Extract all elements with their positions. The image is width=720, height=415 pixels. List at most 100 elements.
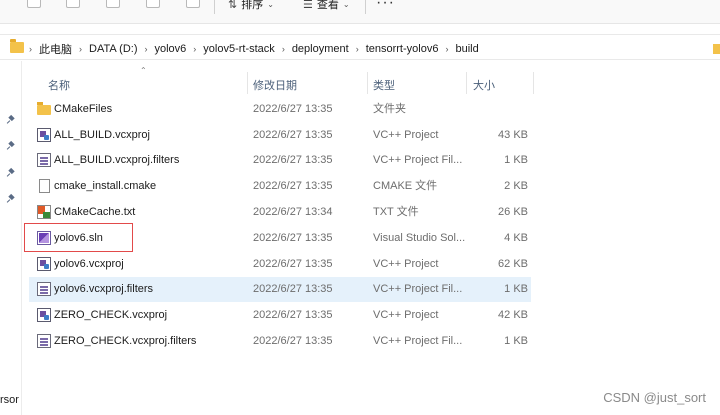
file-type: 文件夹 [373,103,406,115]
chevron-down-icon: ⌄ [267,0,274,9]
file-row[interactable]: ALL_BUILD.vcxproj 2022/6/27 13:35 VC++ P… [29,123,531,148]
file-date: 2022/6/27 13:35 [253,258,333,270]
column-header-type[interactable]: 类型 [373,77,395,93]
navigation-pane: rsor [0,61,22,415]
filters-icon [37,282,51,296]
file-size: 4 KB [504,232,528,244]
toolbar-divider [214,0,215,14]
more-options-button[interactable]: ··· [376,0,395,12]
vcxproj-icon [37,308,51,322]
sort-icon: ⇅ [228,0,238,11]
watermark: CSDN @just_sort [603,390,706,405]
file-name: yolov6.vcxproj.filters [54,283,154,295]
file-size: 42 KB [498,309,528,321]
paste-icon[interactable] [66,0,80,8]
breadcrumb-item[interactable]: yolov6 [154,43,186,55]
vcxproj-icon [37,257,51,271]
file-row[interactable]: CMakeCache.txt 2022/6/27 13:34 TXT 文件 26… [29,200,531,225]
file-row[interactable]: ZERO_CHECK.vcxproj 2022/6/27 13:35 VC++ … [29,303,531,328]
search-box-folder-icon [713,44,720,54]
file-name: ALL_BUILD.vcxproj [54,129,150,141]
file-date: 2022/6/27 13:35 [253,154,333,166]
breadcrumb-item[interactable]: tensorrt-yolov6 [366,43,439,55]
chevron-right-icon[interactable]: › [79,44,82,54]
address-bar[interactable]: › 此电脑 › DATA (D:) › yolov6 › yolov5-rt-s… [0,34,720,60]
folder-icon [10,39,24,53]
file-row[interactable]: yolov6.vcxproj 2022/6/27 13:35 VC++ Proj… [29,252,531,277]
file-type: TXT 文件 [373,206,419,218]
file-icon [39,179,50,193]
file-name: ALL_BUILD.vcxproj.filters [54,154,180,166]
rename-icon[interactable] [106,0,120,8]
file-name: yolov6.vcxproj [54,258,124,270]
breadcrumb-item[interactable]: 此电脑 [39,41,72,57]
pin-icon[interactable] [8,116,15,123]
sort-button[interactable]: ⇅ 排序 ⌄ [228,0,274,12]
breadcrumb-item[interactable]: DATA (D:) [89,43,137,55]
file-row[interactable]: cmake_install.cmake 2022/6/27 13:35 CMAK… [29,174,531,199]
breadcrumb-item[interactable]: deployment [292,43,349,55]
chevron-down-icon: ⌄ [342,0,350,9]
column-header-size[interactable]: 大小 [473,77,495,93]
nav-item-label[interactable]: rsor [0,394,19,406]
toolbar-divider [365,0,366,14]
share-icon[interactable] [146,0,160,8]
folder-icon [37,102,51,115]
file-size: 2 KB [504,180,528,192]
file-name: ZERO_CHECK.vcxproj [54,309,168,321]
chevron-right-icon[interactable]: › [144,44,147,54]
file-size: 26 KB [498,206,528,218]
file-type: VC++ Project [373,258,439,270]
file-date: 2022/6/27 13:35 [253,283,333,295]
file-date: 2022/6/27 13:35 [253,129,333,141]
column-divider[interactable] [533,72,534,94]
file-name: CMakeCache.txt [54,206,136,218]
file-name: cmake_install.cmake [54,180,157,192]
chevron-right-icon[interactable]: › [282,44,285,54]
vcxproj-icon [37,128,51,142]
file-row[interactable]: ZERO_CHECK.vcxproj.filters 2022/6/27 13:… [29,329,531,354]
delete-icon[interactable] [186,0,200,8]
chevron-right-icon[interactable]: › [445,44,448,54]
column-header-date[interactable]: 修改日期 [253,77,297,93]
chevron-right-icon[interactable]: › [356,44,359,54]
chevron-right-icon[interactable]: › [193,44,196,54]
file-type: VC++ Project Fil... [373,154,463,166]
column-header-name[interactable]: 名称 [48,77,70,93]
filters-icon [37,334,51,348]
file-row-selected[interactable]: yolov6.vcxproj.filters 2022/6/27 13:35 V… [29,277,531,302]
column-divider[interactable] [367,72,368,94]
pin-icon[interactable] [8,195,15,202]
file-date: 2022/6/27 13:35 [253,309,333,321]
file-type: CMAKE 文件 [373,180,438,192]
file-type: Visual Studio Sol... [373,232,466,244]
column-divider[interactable] [466,72,467,94]
file-size: 1 KB [504,283,528,295]
file-size: 62 KB [498,258,528,270]
file-type: VC++ Project Fil... [373,335,463,347]
view-icon: ☰ [303,0,313,11]
breadcrumb: › 此电脑 › DATA (D:) › yolov6 › yolov5-rt-s… [29,41,479,57]
breadcrumb-item[interactable]: build [455,43,478,55]
view-label: 查看 [316,0,339,11]
command-toolbar: ⇅ 排序 ⌄ ☰ 查看 ⌄ ··· [0,0,720,24]
sort-ascending-icon: ⌃ [140,66,147,75]
file-row[interactable]: CMakeFiles 2022/6/27 13:35 文件夹 [29,97,531,122]
pin-icon[interactable] [8,169,15,176]
file-date: 2022/6/27 13:35 [253,103,333,115]
file-row[interactable]: ALL_BUILD.vcxproj.filters 2022/6/27 13:3… [29,148,531,173]
column-divider[interactable] [247,72,248,94]
file-name: ZERO_CHECK.vcxproj.filters [54,335,197,347]
file-date: 2022/6/27 13:34 [253,206,333,218]
breadcrumb-item[interactable]: yolov5-rt-stack [203,43,275,55]
copy-icon[interactable] [27,0,41,8]
pin-icon[interactable] [8,142,15,149]
view-button[interactable]: ☰ 查看 ⌄ [303,0,350,12]
file-type: VC++ Project [373,129,439,141]
filters-icon [37,153,51,167]
cmake-cache-icon [37,205,51,219]
sort-label: 排序 [241,0,264,11]
chevron-right-icon[interactable]: › [29,44,32,54]
file-size: 43 KB [498,129,528,141]
file-size: 1 KB [504,154,528,166]
